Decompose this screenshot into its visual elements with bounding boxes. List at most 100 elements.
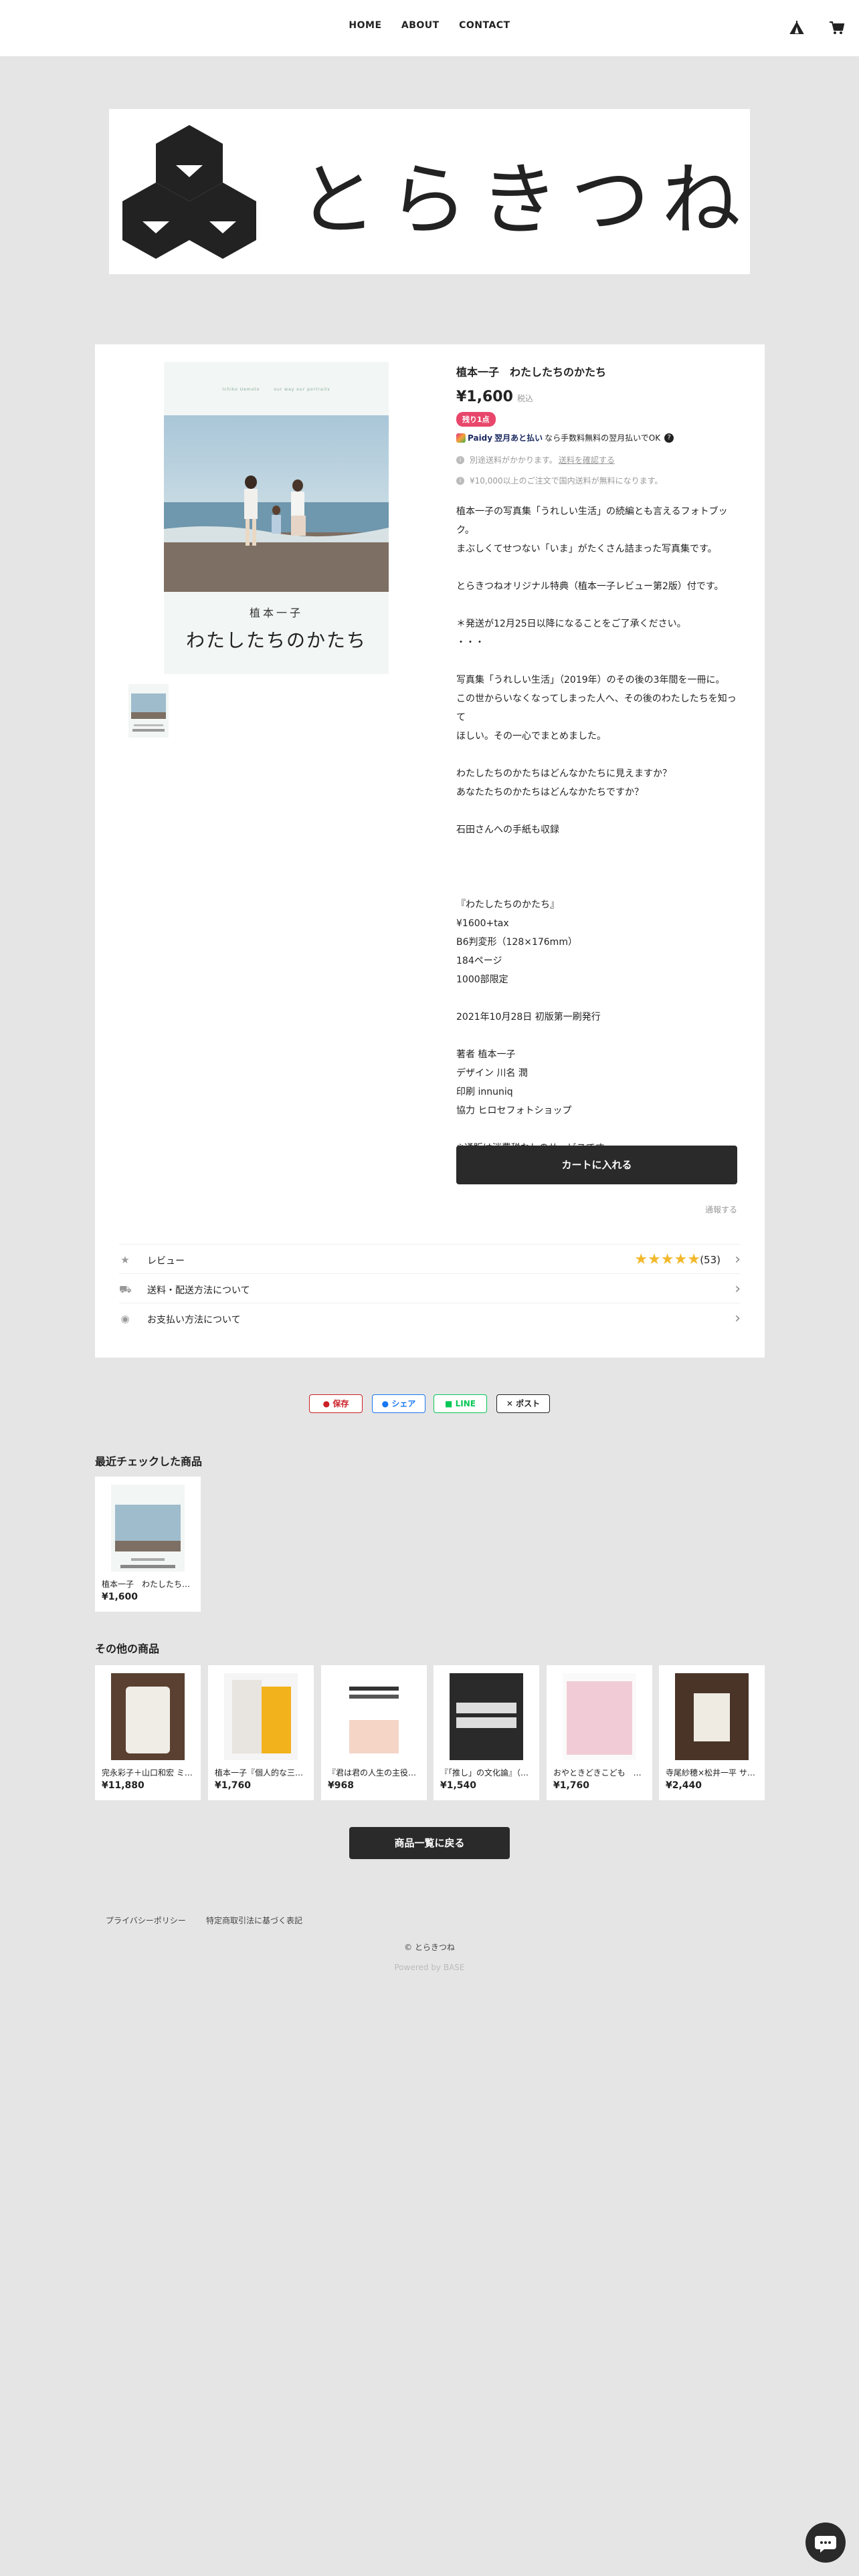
- payment-row-label: お支払い方法について: [147, 1315, 241, 1325]
- chat-button[interactable]: [805, 2523, 846, 2563]
- description-line: デザイン 川名 潤: [456, 1068, 528, 1079]
- recent-product-card[interactable]: 植本一子 わたしたちのかたち ¥1,600: [95, 1477, 201, 1612]
- free-shipping-text: ¥10,000以上のご注文で国内送料が無料になります。: [470, 476, 663, 486]
- description-line: [456, 1120, 737, 1139]
- privacy-link[interactable]: プライバシーポリシー: [106, 1915, 186, 1926]
- description-line: 1000部限定: [456, 974, 508, 985]
- paidy-logo-icon: [456, 433, 466, 443]
- description-line: ¥1600+tax: [456, 918, 509, 929]
- description-line: 著者 植本一子: [456, 1049, 516, 1060]
- nav-contact[interactable]: CONTACT: [459, 20, 510, 31]
- help-icon[interactable]: ?: [664, 433, 674, 443]
- product-image: [111, 1673, 185, 1760]
- shipping-row-label: 送料・配送方法について: [147, 1285, 250, 1296]
- description-line: [456, 1027, 737, 1045]
- others-title: その他の商品: [95, 1642, 160, 1655]
- post-label: ポスト: [516, 1399, 541, 1408]
- description-line: 協力 ヒロセフォトショップ: [456, 1105, 572, 1116]
- paidy-brand: Paidy: [468, 433, 493, 443]
- product-card: Ichiko Uemoto our way our portraits 植本一子…: [95, 344, 765, 1358]
- price-value: ¥1,600: [456, 389, 513, 405]
- recent-product-name: 植本一子 わたしたちのかたち: [102, 1580, 195, 1589]
- cart-icon[interactable]: [828, 19, 846, 36]
- info-icon: i: [456, 476, 464, 485]
- chevron-right-icon: ›: [735, 1281, 741, 1297]
- product-price: ¥1,760: [215, 1780, 252, 1791]
- shipping-row[interactable]: ⛟ 送料・配送方法について ›: [119, 1273, 741, 1303]
- description-line: あなたたちのかたちはどんなかたちですか？: [456, 787, 644, 798]
- description-line: [456, 839, 737, 858]
- coin-icon: ◉: [120, 1313, 130, 1325]
- add-to-cart-button[interactable]: カートに入れる: [456, 1146, 737, 1184]
- line-icon: ■: [445, 1399, 453, 1408]
- report-link[interactable]: 通報する: [705, 1204, 737, 1215]
- recent-title: 最近チェックした商品: [95, 1455, 203, 1468]
- line-share-button[interactable]: ■ LINE: [434, 1394, 487, 1413]
- paidy-suffix: なら手数料無料の翌月払いでOK: [545, 433, 661, 443]
- review-count: (53): [700, 1254, 721, 1266]
- product-title: 植本一子 わたしたちのかたち: [456, 366, 607, 379]
- product-card[interactable]: 寺尾紗穂×松井一平 サコッシュ ¥2,440: [659, 1665, 765, 1800]
- nav-home[interactable]: HOME: [349, 20, 381, 31]
- description-line: 植本一子の写真集「うれしい生活」の続編とも言えるフォトブック。: [456, 506, 728, 536]
- product-price: ¥1,600 税込: [456, 389, 737, 405]
- description-line: [456, 596, 737, 615]
- facebook-share-button[interactable]: ● シェア: [372, 1394, 425, 1413]
- product-card[interactable]: 『君は君の人生の主役になれ』 ¥968: [321, 1665, 427, 1800]
- copyright: © とらきつね: [404, 1943, 455, 1952]
- product-price: ¥1,540: [440, 1780, 477, 1791]
- product-image: [450, 1673, 523, 1760]
- tokushoho-link[interactable]: 特定商取引法に基づく表記: [206, 1915, 302, 1926]
- back-to-list-button[interactable]: 商品一覧に戻る: [349, 1827, 510, 1859]
- shipping-note: i 別途送料がかかります。 送料を確認する: [456, 454, 737, 465]
- rating-star-icon: ★: [648, 1251, 661, 1268]
- shop-logo[interactable]: とらきつね: [109, 109, 750, 274]
- share-label: シェア: [391, 1399, 416, 1408]
- facebook-icon: ●: [381, 1399, 389, 1408]
- description-line: [456, 746, 737, 764]
- chevron-right-icon: ›: [735, 1310, 741, 1327]
- star-icon: ★: [120, 1254, 130, 1266]
- truck-icon: ⛟: [119, 1283, 132, 1295]
- description-line: [456, 989, 737, 1008]
- product-thumbnail[interactable]: [128, 684, 169, 738]
- logo-text: とらきつね: [298, 154, 753, 246]
- description-line: [456, 858, 737, 877]
- nav-about[interactable]: ABOUT: [401, 20, 440, 31]
- description-line: まぶしくてせつない「いま」がたくさん詰まった写真集です。: [456, 544, 717, 554]
- product-info: 植本一子 わたしたちのかたち ¥1,600 税込 残り1点 Paidy 翌月あと払…: [456, 363, 737, 1158]
- product-card[interactable]: おやときどきこども 鳥羽和久 ¥1,760: [547, 1665, 652, 1800]
- product-card[interactable]: 植本一子『個人的な三月』 ¥1,760: [208, 1665, 314, 1800]
- payment-row[interactable]: ◉ お支払い方法について ›: [119, 1303, 741, 1332]
- product-card[interactable]: 『「推し」の文化論』（鳥羽和久） ¥1,540: [434, 1665, 539, 1800]
- shipping-check-link[interactable]: 送料を確認する: [559, 454, 615, 465]
- description-line: 2021年10月28日 初版第一刷発行: [456, 1012, 601, 1023]
- pinterest-save-button[interactable]: ● 保存: [309, 1394, 363, 1413]
- product-price: ¥11,880: [102, 1780, 145, 1791]
- product-card[interactable]: 完永彩子＋山口和宏 ミニアートキャンバス ¥11,880: [95, 1665, 201, 1800]
- product-main-image[interactable]: Ichiko Uemoto our way our portraits 植本一子…: [164, 362, 389, 674]
- cover-photo: [164, 415, 389, 592]
- description-line: 印刷 innuniq: [456, 1087, 513, 1097]
- cover-author: 植本一子: [249, 607, 303, 619]
- description-line: とらきつねオリジナル特典（植本一子レビュー第2版）付です。: [456, 581, 724, 592]
- description-line: 石田さんへの手紙も収録: [456, 825, 559, 835]
- line-label: LINE: [455, 1399, 476, 1408]
- product-price: ¥1,760: [553, 1780, 590, 1791]
- rating-star-icon: ★: [674, 1251, 688, 1268]
- description-line: 写真集「うれしい生活」（2019年）のその後の3年間を一冊に。: [456, 675, 725, 685]
- shipping-note-text: 別途送料がかかります。: [470, 455, 557, 465]
- product-image: [337, 1673, 411, 1760]
- x-post-button[interactable]: ✕ ポスト: [496, 1394, 550, 1413]
- tent-icon[interactable]: [788, 19, 805, 36]
- review-row[interactable]: ★ レビュー ★★★★★ (53) ›: [119, 1244, 741, 1273]
- description-line: ＊発送が12月25日以降になることをご了承ください。: [456, 619, 686, 629]
- description-line: [456, 802, 737, 821]
- tax-label: 税込: [516, 394, 533, 403]
- description-line: この世からいなくなってしまった人へ、その後のわたしたちを知って: [456, 693, 737, 723]
- description-line: [456, 652, 737, 671]
- chevron-right-icon: ›: [735, 1251, 741, 1268]
- powered-by[interactable]: Powered by BASE: [0, 1963, 859, 1972]
- description-line: ・・・: [456, 637, 484, 648]
- product-name: 『「推し」の文化論』（鳥羽和久）: [440, 1768, 534, 1778]
